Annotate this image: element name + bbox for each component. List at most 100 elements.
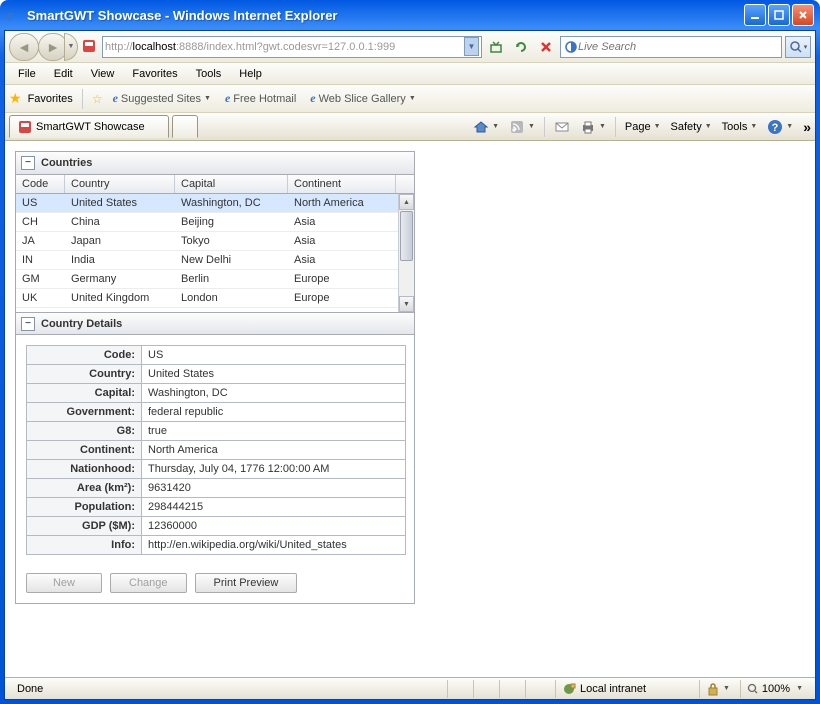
col-code[interactable]: Code	[16, 175, 65, 193]
search-box[interactable]	[560, 36, 782, 58]
menu-file[interactable]: File	[9, 65, 45, 83]
detail-row: Code:US	[27, 346, 406, 365]
detail-row: Country:United States	[27, 365, 406, 384]
overflow-chevron[interactable]: »	[803, 119, 811, 135]
scroll-up-button[interactable]: ▲	[399, 194, 414, 210]
search-button[interactable]: ▾	[785, 36, 811, 58]
detail-row: Area (km²):9631420	[27, 479, 406, 498]
table-row[interactable]: GMGermanyBerlinEurope	[16, 270, 414, 289]
favorites-label[interactable]: Favorites	[28, 93, 73, 105]
svg-text:?: ?	[772, 122, 779, 134]
detail-row: Government:federal republic	[27, 403, 406, 422]
col-capital[interactable]: Capital	[175, 175, 288, 193]
details-header[interactable]: − Country Details	[16, 312, 414, 335]
table-row[interactable]: CHChinaBeijingAsia	[16, 213, 414, 232]
detail-row: Continent:North America	[27, 441, 406, 460]
web-slice-link[interactable]: eWeb Slice Gallery▼	[306, 89, 419, 108]
page-menu[interactable]: Page▼	[621, 119, 665, 135]
nav-toolbar: ◄ ► ▼ http://localhost:8888/index.html?g…	[5, 31, 815, 63]
zone-indicator[interactable]: Local intranet	[555, 680, 695, 698]
detail-row: GDP ($M):12360000	[27, 517, 406, 536]
menu-favorites[interactable]: Favorites	[123, 65, 186, 83]
table-row[interactable]: USUnited StatesWashington, DCNorth Ameri…	[16, 194, 414, 213]
ie-icon: e	[6, 7, 22, 23]
detail-row: Info:http://en.wikipedia.org/wiki/United…	[27, 536, 406, 555]
table-row[interactable]: UKUnited KingdomLondonEurope	[16, 289, 414, 308]
countries-title: Countries	[41, 157, 92, 169]
grid-header-row: Code Country Capital Continent	[16, 175, 414, 194]
refresh-button[interactable]	[510, 36, 532, 58]
countries-grid: Code Country Capital Continent ▲ ▼ USUni…	[16, 175, 414, 312]
page-icon	[81, 38, 99, 56]
search-input[interactable]	[578, 41, 778, 53]
web-slice-label: Web Slice Gallery	[319, 93, 406, 105]
details-table: Code:USCountry:United StatesCapital:Wash…	[26, 345, 406, 555]
countries-section: − Countries Code Country Capital Contine…	[15, 151, 415, 604]
page-content: − Countries Code Country Capital Contine…	[5, 141, 815, 677]
detail-row: G8:true	[27, 422, 406, 441]
url-host: localhost	[133, 41, 176, 53]
free-hotmail-link[interactable]: eFree Hotmail	[221, 89, 300, 108]
status-text: Done	[11, 680, 443, 698]
intranet-icon	[562, 682, 576, 696]
col-country[interactable]: Country	[65, 175, 175, 193]
safety-menu[interactable]: Safety▼	[667, 119, 716, 135]
home-button[interactable]: ▼	[469, 117, 503, 137]
compat-button[interactable]	[485, 36, 507, 58]
print-preview-button[interactable]: Print Preview	[195, 573, 298, 593]
suggested-sites-label: Suggested Sites	[121, 93, 201, 105]
nav-history-dropdown[interactable]: ▼	[64, 33, 78, 61]
tools-menu[interactable]: Tools▼	[718, 119, 762, 135]
scroll-down-button[interactable]: ▼	[399, 296, 414, 312]
status-bar: Done Local intranet ▼ 100%▼	[5, 677, 815, 699]
stop-button[interactable]	[535, 36, 557, 58]
button-row: New Change Print Preview	[26, 573, 404, 593]
collapse-icon[interactable]: −	[21, 317, 35, 331]
new-tab-button[interactable]	[172, 115, 198, 138]
add-favorite-icon[interactable]: ☆	[92, 92, 103, 106]
favorites-star-icon[interactable]: ★	[9, 90, 22, 107]
tab-active[interactable]: SmartGWT Showcase	[9, 115, 169, 138]
back-button[interactable]: ◄	[9, 33, 39, 61]
detail-row: Population:298444215	[27, 498, 406, 517]
change-button[interactable]: Change	[110, 573, 187, 593]
table-row[interactable]: JAJapanTokyoAsia	[16, 232, 414, 251]
address-bar[interactable]: http://localhost:8888/index.html?gwt.cod…	[102, 36, 482, 58]
menu-view[interactable]: View	[82, 65, 124, 83]
menu-edit[interactable]: Edit	[45, 65, 82, 83]
menu-tools[interactable]: Tools	[187, 65, 231, 83]
detail-row: Capital:Washington, DC	[27, 384, 406, 403]
table-row[interactable]: INIndiaNew DelhiAsia	[16, 251, 414, 270]
zoom-control[interactable]: 100%▼	[740, 680, 809, 698]
minimize-button[interactable]	[744, 4, 766, 26]
tab-icon	[18, 120, 32, 134]
new-button[interactable]: New	[26, 573, 102, 593]
maximize-button[interactable]	[768, 4, 790, 26]
menu-help[interactable]: Help	[230, 65, 271, 83]
scroll-thumb[interactable]	[400, 211, 413, 261]
url-scheme: http://	[105, 41, 133, 53]
help-button[interactable]: ?▼	[763, 117, 797, 137]
detail-row: Nationhood:Thursday, July 04, 1776 12:00…	[27, 460, 406, 479]
tab-title: SmartGWT Showcase	[36, 121, 145, 133]
protected-mode[interactable]: ▼	[699, 680, 736, 698]
grid-scrollbar[interactable]: ▲ ▼	[398, 194, 414, 312]
countries-header[interactable]: − Countries	[16, 152, 414, 175]
details-title: Country Details	[41, 318, 122, 330]
print-button[interactable]: ▼	[576, 117, 610, 137]
url-path: :8888/index.html?gwt.codesvr=127.0.0.1:9…	[176, 41, 395, 53]
tab-row: SmartGWT Showcase ▼ ▼ ▼ Page▼ Safety▼ To…	[5, 113, 815, 141]
hotmail-label: Free Hotmail	[233, 93, 296, 105]
suggested-sites-link[interactable]: eSuggested Sites▼	[109, 89, 215, 108]
close-button[interactable]	[792, 4, 814, 26]
feeds-button[interactable]: ▼	[505, 117, 539, 137]
col-continent[interactable]: Continent	[288, 175, 396, 193]
window-titlebar: e SmartGWT Showcase - Windows Internet E…	[0, 0, 820, 30]
menu-bar: File Edit View Favorites Tools Help	[5, 63, 815, 85]
window-title: SmartGWT Showcase - Windows Internet Exp…	[27, 8, 744, 23]
read-mail-button[interactable]	[550, 117, 574, 137]
url-dropdown[interactable]: ▼	[464, 37, 479, 56]
collapse-icon[interactable]: −	[21, 156, 35, 170]
search-provider-icon	[564, 40, 578, 54]
favorites-bar: ★ Favorites ☆ eSuggested Sites▼ eFree Ho…	[5, 85, 815, 113]
